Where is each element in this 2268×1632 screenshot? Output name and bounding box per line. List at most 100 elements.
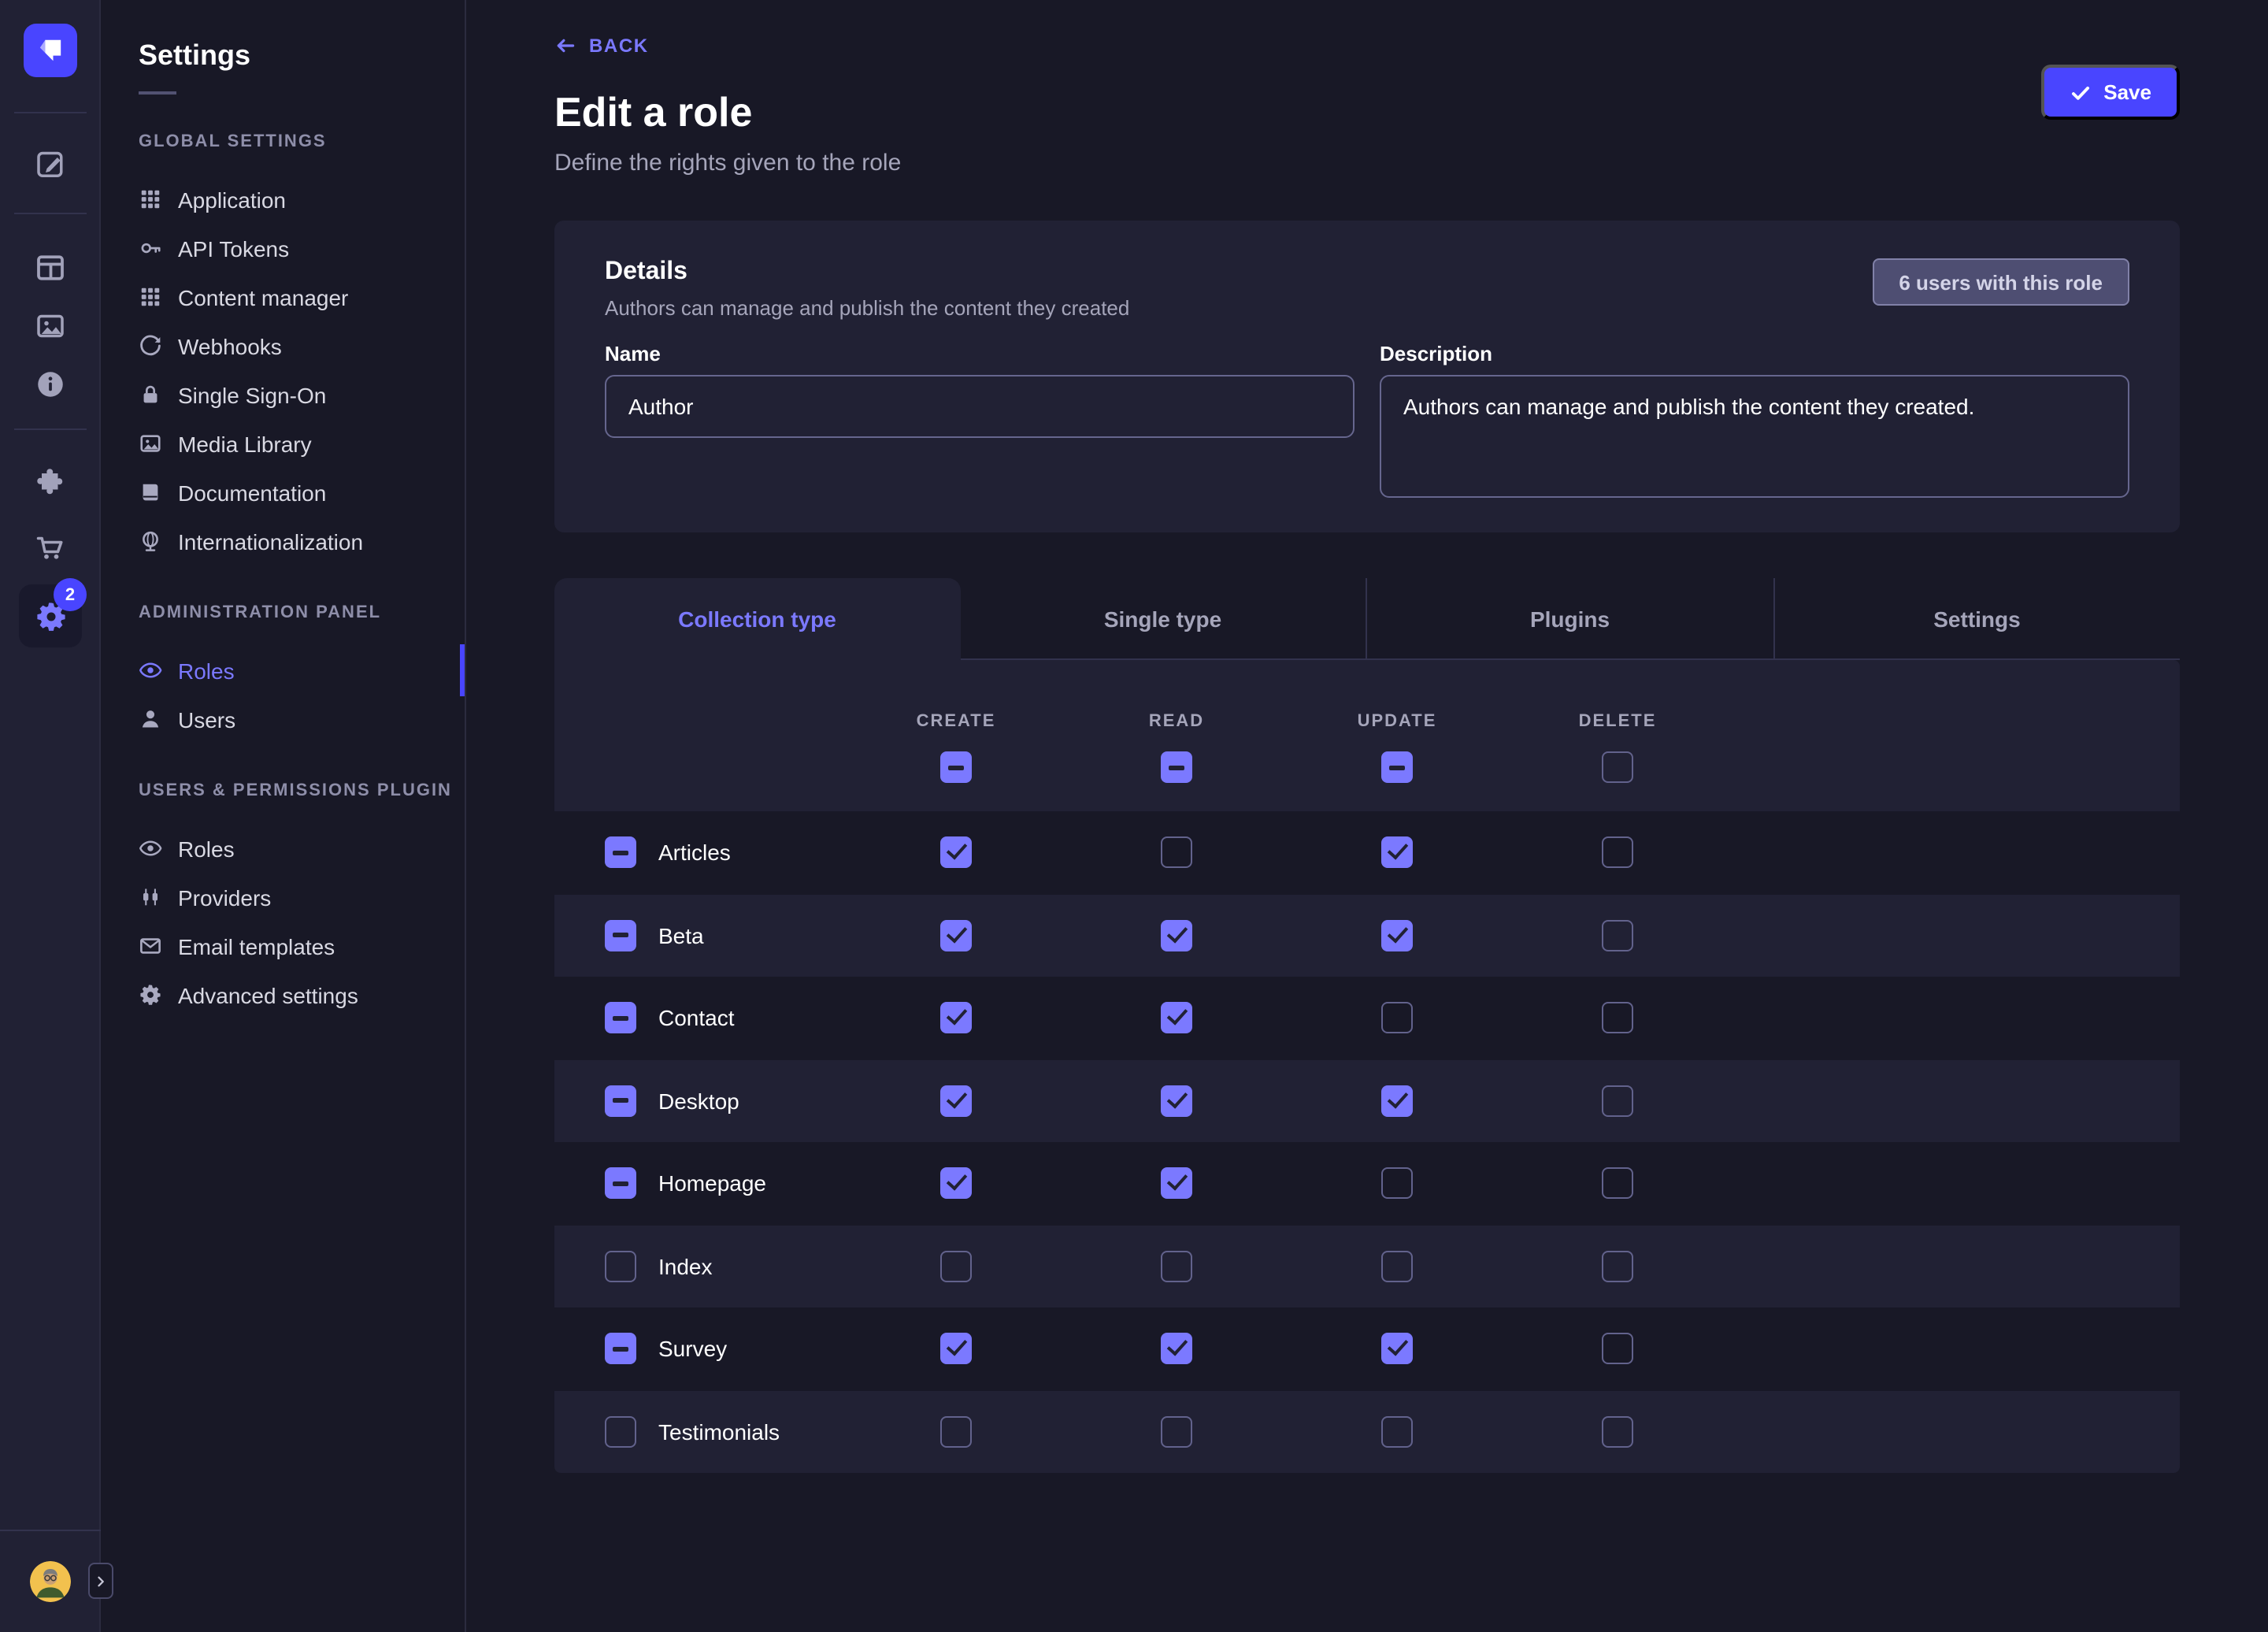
sidebar-title: Settings <box>139 38 465 72</box>
index-row-checkbox[interactable] <box>605 1251 636 1282</box>
desktop-delete-checkbox[interactable] <box>1602 1085 1633 1117</box>
gear-icon <box>139 983 162 1007</box>
testimonials-delete-checkbox[interactable] <box>1602 1416 1633 1448</box>
sidebar-item-providers[interactable]: Providers <box>101 873 465 922</box>
permissions-header: CREATEREADUPDATEDELETE <box>554 660 2180 811</box>
expand-sidebar-button[interactable] <box>88 1563 113 1599</box>
row-head: Survey <box>554 1333 846 1365</box>
sidebar-item-api-tokens[interactable]: API Tokens <box>101 224 465 273</box>
tab-settings[interactable]: Settings <box>1773 578 2180 660</box>
sidebar-item-single-sign-on[interactable]: Single Sign-On <box>101 370 465 419</box>
sidebar-item-internationalization[interactable]: Internationalization <box>101 517 465 566</box>
articles-read-checkbox[interactable] <box>1161 837 1192 869</box>
pencil-nav-button[interactable] <box>25 139 76 189</box>
webhook-icon <box>139 334 162 358</box>
settings-sidebar: Settings GLOBAL SETTINGSApplicationAPI T… <box>101 0 466 1632</box>
beta-read-checkbox[interactable] <box>1161 920 1192 951</box>
sidebar-item-label: Internationalization <box>178 529 363 554</box>
permission-row-homepage: Homepage <box>554 1142 2180 1225</box>
survey-read-checkbox[interactable] <box>1161 1333 1192 1365</box>
sidebar-item-email-templates[interactable]: Email templates <box>101 922 465 970</box>
survey-update-checkbox[interactable] <box>1381 1333 1413 1365</box>
column-label: CREATE <box>917 712 996 731</box>
puzzle-nav-button[interactable] <box>25 457 76 507</box>
homepage-create-checkbox[interactable] <box>940 1168 972 1200</box>
sidebar-section-header: ADMINISTRATION PANEL <box>139 603 465 624</box>
survey-delete-checkbox[interactable] <box>1602 1333 1633 1365</box>
index-update-checkbox[interactable] <box>1381 1251 1413 1282</box>
sidebar-item-documentation[interactable]: Documentation <box>101 468 465 517</box>
desktop-create-checkbox[interactable] <box>940 1085 972 1117</box>
beta-row-checkbox[interactable] <box>605 920 636 951</box>
cell-contact-delete <box>1507 1003 1728 1034</box>
articles-create-checkbox[interactable] <box>940 837 972 869</box>
cell-survey-delete <box>1507 1333 1728 1365</box>
sidebar-item-label: Application <box>178 187 286 212</box>
testimonials-create-checkbox[interactable] <box>940 1416 972 1448</box>
cell-articles-delete <box>1507 837 1728 869</box>
tab-collection-type[interactable]: Collection type <box>554 578 960 660</box>
cell-beta-delete <box>1507 920 1728 951</box>
index-create-checkbox[interactable] <box>940 1251 972 1282</box>
cell-articles-read <box>1066 837 1287 869</box>
articles-delete-checkbox[interactable] <box>1602 837 1633 869</box>
sidebar-item-webhooks[interactable]: Webhooks <box>101 321 465 370</box>
layout-nav-button[interactable] <box>25 243 76 293</box>
user-avatar[interactable] <box>30 1561 71 1602</box>
grid-icon <box>139 187 162 211</box>
sidebar-item-roles[interactable]: Roles <box>101 646 465 695</box>
beta-delete-checkbox[interactable] <box>1602 920 1633 951</box>
contact-row-checkbox[interactable] <box>605 1003 636 1034</box>
select-all-create-checkbox[interactable] <box>940 751 972 783</box>
sidebar-item-advanced-settings[interactable]: Advanced settings <box>101 970 465 1019</box>
strapi-logo[interactable] <box>24 24 77 77</box>
homepage-read-checkbox[interactable] <box>1161 1168 1192 1200</box>
media-nav-button[interactable] <box>25 301 76 351</box>
select-all-delete-checkbox[interactable] <box>1602 751 1633 783</box>
index-delete-checkbox[interactable] <box>1602 1251 1633 1282</box>
survey-create-checkbox[interactable] <box>940 1333 972 1365</box>
sidebar-item-media-library[interactable]: Media Library <box>101 419 465 468</box>
tab-plugins[interactable]: Plugins <box>1366 578 1773 660</box>
row-label: Testimonials <box>658 1419 780 1445</box>
articles-row-checkbox[interactable] <box>605 837 636 869</box>
name-input[interactable] <box>605 375 1354 438</box>
cart-nav-button[interactable] <box>25 523 76 573</box>
row-head: Index <box>554 1251 846 1282</box>
homepage-row-checkbox[interactable] <box>605 1168 636 1200</box>
info-nav-button[interactable] <box>25 359 76 410</box>
sidebar-item-label: Advanced settings <box>178 982 358 1007</box>
homepage-update-checkbox[interactable] <box>1381 1168 1413 1200</box>
beta-update-checkbox[interactable] <box>1381 920 1413 951</box>
desktop-update-checkbox[interactable] <box>1381 1085 1413 1117</box>
survey-row-checkbox[interactable] <box>605 1333 636 1365</box>
desktop-row-checkbox[interactable] <box>605 1085 636 1117</box>
articles-update-checkbox[interactable] <box>1381 837 1413 869</box>
tab-single-type[interactable]: Single type <box>960 578 1366 660</box>
cell-homepage-create <box>846 1168 1066 1200</box>
media-icon <box>139 432 162 455</box>
select-all-read-checkbox[interactable] <box>1161 751 1192 783</box>
index-read-checkbox[interactable] <box>1161 1251 1192 1282</box>
tab-bar: Collection typeSingle typePluginsSetting… <box>554 578 2180 660</box>
users-with-role-badge[interactable]: 6 users with this role <box>1872 258 2129 306</box>
contact-update-checkbox[interactable] <box>1381 1003 1413 1034</box>
description-textarea[interactable]: Authors can manage and publish the conte… <box>1380 375 2129 498</box>
back-link[interactable]: BACK <box>554 35 649 57</box>
select-all-update-checkbox[interactable] <box>1381 751 1413 783</box>
contact-delete-checkbox[interactable] <box>1602 1003 1633 1034</box>
testimonials-update-checkbox[interactable] <box>1381 1416 1413 1448</box>
homepage-delete-checkbox[interactable] <box>1602 1168 1633 1200</box>
sidebar-item-content-manager[interactable]: Content manager <box>101 273 465 321</box>
testimonials-read-checkbox[interactable] <box>1161 1416 1192 1448</box>
save-button[interactable]: Save <box>2040 65 2180 120</box>
contact-read-checkbox[interactable] <box>1161 1003 1192 1034</box>
testimonials-row-checkbox[interactable] <box>605 1416 636 1448</box>
desktop-read-checkbox[interactable] <box>1161 1085 1192 1117</box>
row-head: Desktop <box>554 1085 846 1117</box>
sidebar-item-roles[interactable]: Roles <box>101 824 465 873</box>
beta-create-checkbox[interactable] <box>940 920 972 951</box>
sidebar-item-users[interactable]: Users <box>101 695 465 744</box>
contact-create-checkbox[interactable] <box>940 1003 972 1034</box>
sidebar-item-application[interactable]: Application <box>101 175 465 224</box>
